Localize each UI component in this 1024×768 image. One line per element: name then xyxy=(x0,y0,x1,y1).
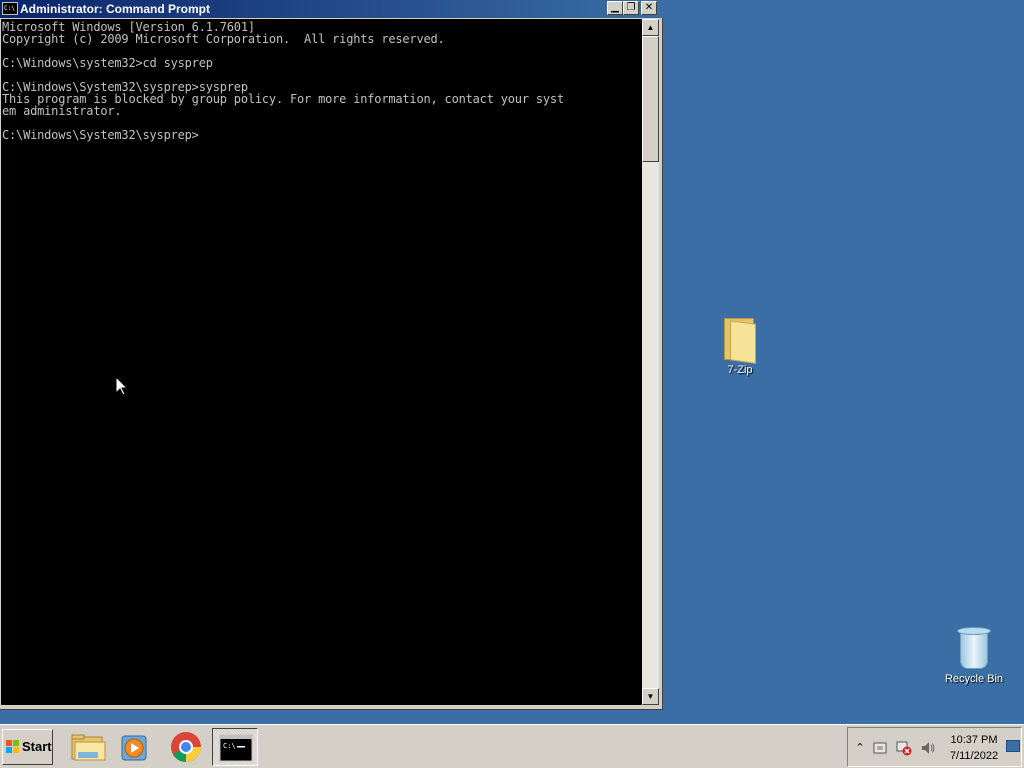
desktop-icon-label: Recycle Bin xyxy=(944,673,1004,685)
svg-text:C:\: C:\ xyxy=(223,742,236,750)
scroll-down-button[interactable]: ▼ xyxy=(642,688,659,705)
mouse-cursor-icon xyxy=(116,377,128,396)
action-center-icon[interactable] xyxy=(872,740,888,756)
console-text: Microsoft Windows [Version 6.1.7601] Cop… xyxy=(2,21,564,141)
close-button[interactable]: ✕ xyxy=(641,1,657,15)
notification-area: ⌃ 10:37 PM 7/11/2022 xyxy=(847,727,1022,767)
show-desktop-button[interactable] xyxy=(1006,740,1020,752)
title-bar[interactable]: C:\ Administrator: Command Prompt ▁ ❐ ✕ xyxy=(0,0,663,18)
command-prompt-window[interactable]: C:\ Administrator: Command Prompt ▁ ❐ ✕ … xyxy=(0,0,663,710)
recycle-bin-icon xyxy=(956,625,992,671)
cmd-icon[interactable]: C:\ xyxy=(2,2,18,15)
chrome-icon xyxy=(171,732,201,763)
taskbar-chrome-button[interactable] xyxy=(163,728,209,766)
start-label: Start xyxy=(22,739,52,754)
clock-time[interactable]: 10:37 PM xyxy=(946,734,1002,747)
console-prompt-line: C:\Windows\System32\sysprep> xyxy=(2,128,199,142)
network-error-icon[interactable] xyxy=(896,740,912,756)
desktop-icon-recycle-bin[interactable]: Recycle Bin xyxy=(942,625,1006,686)
scroll-thumb[interactable] xyxy=(642,36,659,162)
taskbar-explorer-button[interactable] xyxy=(64,728,110,766)
desktop-icon-7-zip[interactable]: 7-Zip xyxy=(708,316,772,377)
taskbar: Start C:\ ⌃ 10:37 PM 7/11/2022 xyxy=(0,724,1024,768)
cmd-icon: C:\ xyxy=(219,734,253,762)
clock-date[interactable]: 7/11/2022 xyxy=(944,750,1004,763)
scroll-up-button[interactable]: ▲ xyxy=(642,19,659,36)
folder-icon xyxy=(722,316,758,364)
console-line: Copyright (c) 2009 Microsoft Corporation… xyxy=(2,32,445,46)
media-player-icon xyxy=(121,735,147,761)
console-line: C:\Windows\system32>cd sysprep xyxy=(2,56,213,70)
show-hidden-icons-button[interactable]: ⌃ xyxy=(852,740,868,756)
minimize-button[interactable]: ▁ xyxy=(607,1,623,15)
desktop-icon-label: 7-Zip xyxy=(727,364,753,376)
taskbar-media-player-button[interactable] xyxy=(112,728,158,766)
window-title: Administrator: Command Prompt xyxy=(20,2,211,16)
start-button[interactable]: Start xyxy=(2,729,53,765)
windows-logo-icon xyxy=(6,740,19,753)
console-output[interactable]: Microsoft Windows [Version 6.1.7601] Cop… xyxy=(1,19,642,705)
vertical-scrollbar[interactable]: ▲ ▼ xyxy=(642,19,659,705)
folder-icon xyxy=(71,734,106,761)
taskbar-command-prompt-button[interactable]: C:\ xyxy=(212,728,258,766)
maximize-button[interactable]: ❐ xyxy=(623,1,639,15)
volume-icon[interactable] xyxy=(920,740,936,756)
console-line: em administrator. xyxy=(2,104,122,118)
